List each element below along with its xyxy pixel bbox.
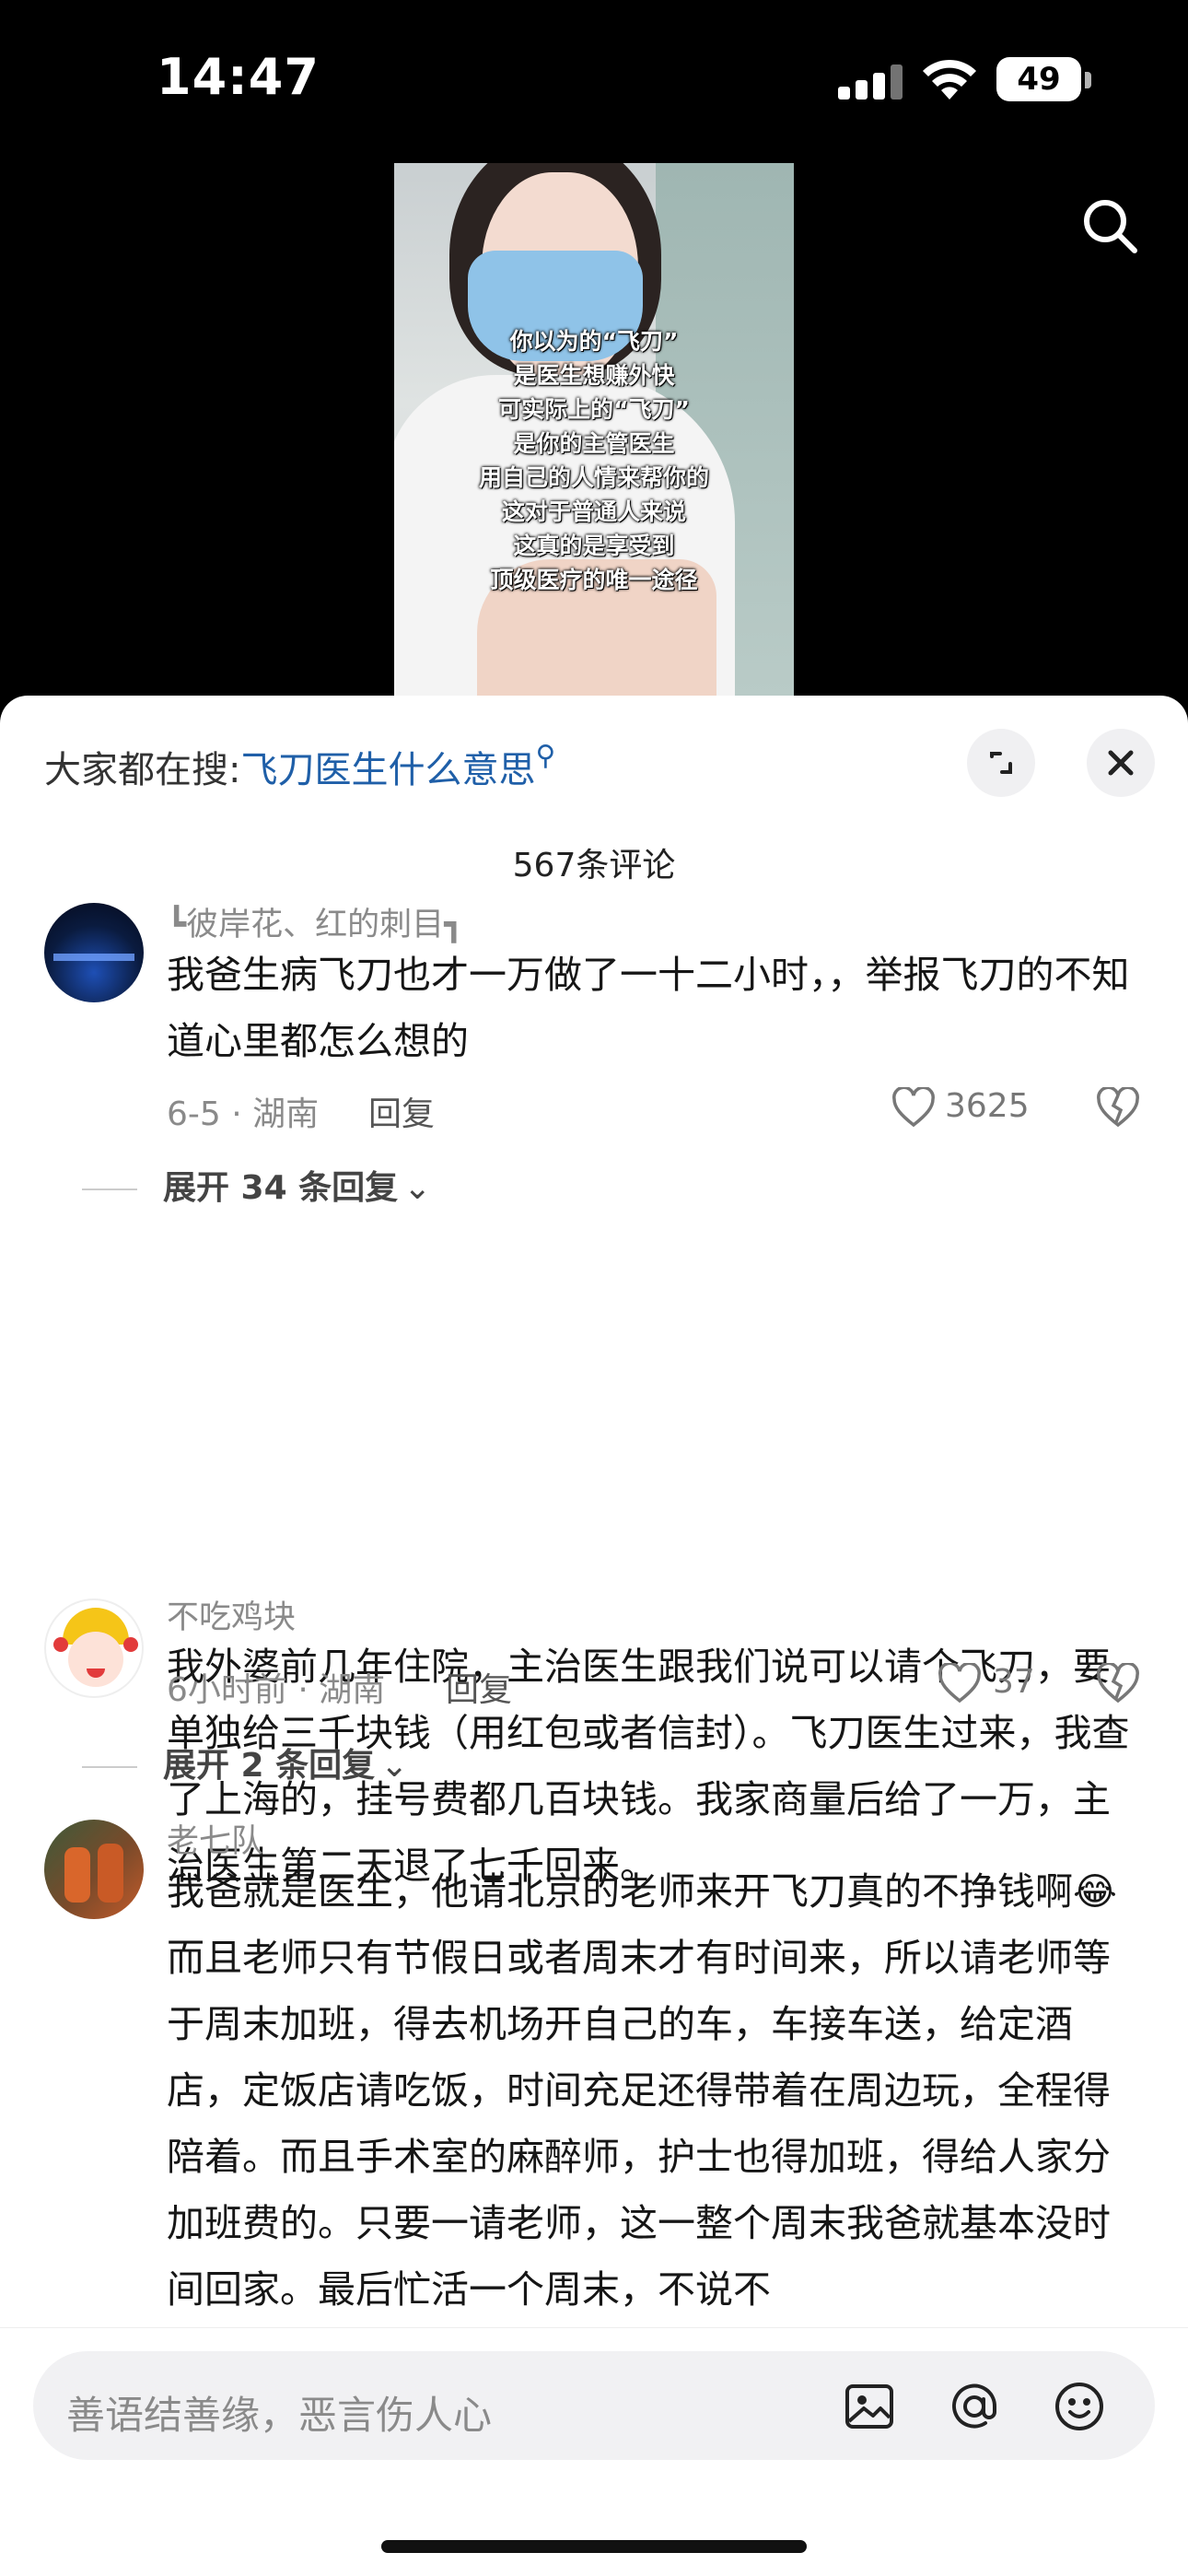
mention-icon[interactable] <box>945 2377 1004 2436</box>
comments-sheet: 大家都在搜:飞刀医生什么意思⚲ 567条评论 ┗彼岸花、红的刺目┓ 我爸生病飞刀… <box>0 696 1188 2576</box>
hot-search-prefix: 大家都在搜: <box>44 749 241 791</box>
caption-line: 可实际上的“飞刀” <box>498 396 690 423</box>
caption-line: 是你的主管医生 <box>513 430 675 457</box>
reply-button[interactable]: 回复 <box>446 1663 512 1711</box>
hot-search-bar[interactable]: 大家都在搜:飞刀医生什么意思⚲ <box>44 740 555 793</box>
comment-count: 567条评论 <box>512 847 676 884</box>
hot-search-keyword[interactable]: 飞刀医生什么意思 <box>240 749 535 791</box>
comment-meta: 6小时前 · 湖南 <box>167 1671 386 1709</box>
like-heart-icon[interactable] <box>938 1663 982 1704</box>
caption-line: 顶级医疗的唯一途径 <box>490 567 698 593</box>
chevron-down-icon: ⌄ <box>380 1747 409 1785</box>
video-player[interactable]: 你以为的“飞刀” 是医生想赚外快 可实际上的“飞刀” 是你的主管医生 用自己的人… <box>394 163 794 696</box>
expand-replies-label: 展开 2 条回复 <box>163 1747 376 1785</box>
avatar[interactable] <box>44 1598 144 1698</box>
wifi-icon <box>923 59 976 100</box>
comment-text: 我爸就是医生，他请北京的老师来开飞刀真的不挣钱啊😂而且老师只有节假日或者周末才有… <box>167 1869 1117 2312</box>
caption-line: 你以为的“飞刀” <box>509 328 679 355</box>
expand-sheet-button[interactable] <box>967 729 1035 797</box>
expand-replies-button[interactable]: 展开 2 条回复 ⌄ <box>82 1739 409 1786</box>
comment-username[interactable]: ┗彼岸花、红的刺目┓ <box>167 898 463 945</box>
like-count: 37 <box>993 1663 1035 1701</box>
chevron-down-icon: ⌄ <box>403 1169 432 1207</box>
comment-username[interactable]: 不吃鸡块 <box>167 1591 296 1638</box>
video-caption: 你以为的“飞刀” 是医生想赚外快 可实际上的“飞刀” 是你的主管医生 用自己的人… <box>394 324 794 597</box>
emoji-icon[interactable] <box>1050 2377 1109 2436</box>
avatar[interactable] <box>44 903 144 1002</box>
comment-input-bar: 善语结善缘，恶言伤人心 <box>0 2327 1188 2576</box>
caption-line: 这真的是享受到 <box>513 533 675 559</box>
like-heart-icon[interactable] <box>891 1087 936 1128</box>
avatar[interactable] <box>44 1820 144 1919</box>
search-icon[interactable] <box>1077 193 1142 258</box>
caption-line: 这对于普通人来说 <box>501 498 686 525</box>
comment-username[interactable]: 老七队 <box>167 1815 263 1862</box>
status-time: 14:47 <box>157 48 320 106</box>
battery-indicator: 49 <box>996 57 1081 101</box>
expand-replies-label: 展开 34 条回复 <box>163 1169 399 1207</box>
image-icon[interactable] <box>840 2377 899 2436</box>
comment-text: 我爸生病飞刀也才一万做了一十二小时，，举报飞刀的不知道心里都怎么想的 <box>167 953 1130 1063</box>
comment-input[interactable]: 善语结善缘，恶言伤人心 <box>33 2351 1155 2460</box>
close-icon <box>1108 750 1134 776</box>
status-bar: 14:47 49 <box>0 0 1188 157</box>
reply-button[interactable]: 回复 <box>368 1087 435 1135</box>
dislike-broken-heart-icon[interactable] <box>1096 1087 1140 1128</box>
caption-line: 是医生想赚外快 <box>513 362 675 389</box>
search-small-icon: ⚲ <box>535 740 556 772</box>
like-count: 3625 <box>945 1087 1030 1125</box>
comment-input-placeholder: 善语结善缘，恶言伤人心 <box>66 2393 493 2438</box>
expand-replies-button[interactable]: 展开 34 条回复 ⌄ <box>82 1161 432 1209</box>
home-indicator[interactable] <box>381 2540 807 2553</box>
battery-cap <box>1085 72 1091 88</box>
caption-line: 用自己的人情来帮你的 <box>478 464 709 491</box>
divider <box>82 1188 137 1190</box>
close-button[interactable] <box>1087 729 1155 797</box>
divider <box>82 1766 137 1768</box>
dislike-broken-heart-icon[interactable] <box>1096 1663 1140 1704</box>
expand-icon <box>990 752 1012 774</box>
cellular-signal-icon <box>838 63 903 100</box>
comment-meta: 6-5 · 湖南 <box>167 1095 320 1133</box>
